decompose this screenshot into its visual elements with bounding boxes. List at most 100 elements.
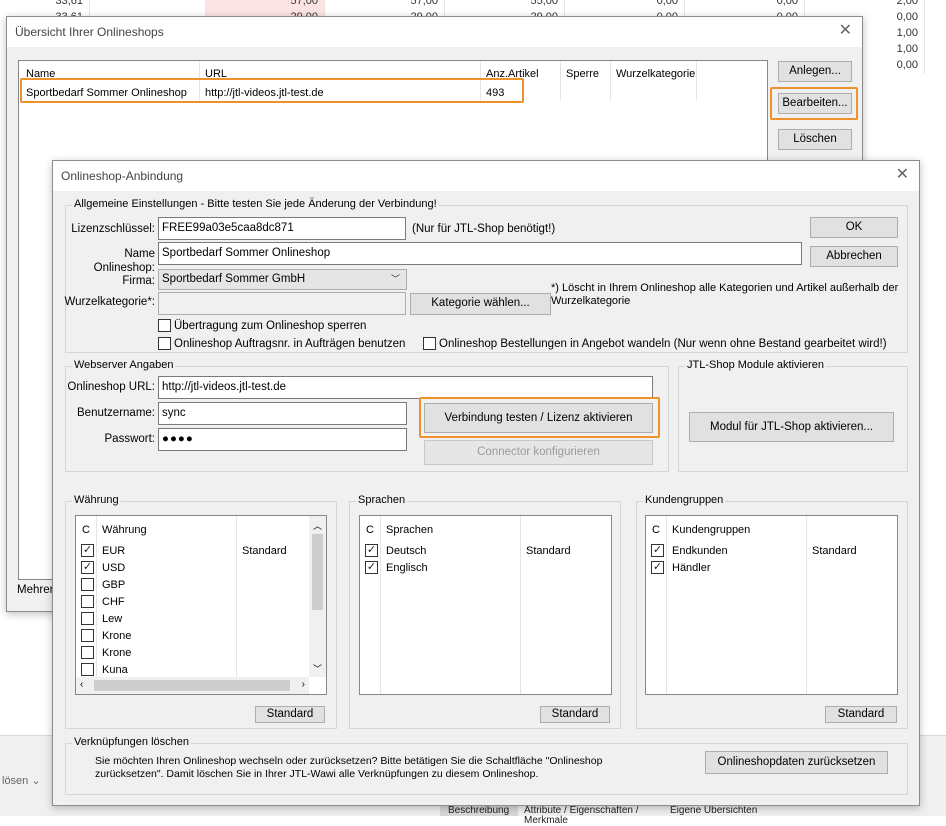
overview-title: Übersicht Ihrer Onlineshops	[15, 25, 164, 39]
col-separator	[666, 516, 667, 694]
dialog-title: Onlineshop-Anbindung	[61, 169, 184, 183]
company-value: Sportbedarf Sommer GmbH	[162, 273, 306, 285]
customer-group-name: Endkunden	[672, 545, 728, 557]
bg-cell: 0,00	[685, 0, 805, 10]
currency-checkbox-gbp[interactable]	[81, 578, 94, 591]
root-category-label: Wurzelkategorie*:	[64, 296, 155, 308]
unlink-legend: Verknüpfungen löschen	[72, 736, 191, 748]
close-icon[interactable]: ✕	[839, 23, 852, 39]
block-transfer-checkbox[interactable]	[158, 319, 171, 332]
chevron-left-icon[interactable]: ‹	[80, 679, 83, 690]
col-header-c[interactable]: C	[652, 523, 660, 537]
bg-cell: 2,00	[805, 0, 925, 10]
unlink-description: Sie möchten Ihren Onlineshop wechseln od…	[95, 755, 603, 780]
language-checkbox-englisch[interactable]: ✓	[365, 561, 378, 574]
currency-name: Krone	[102, 630, 132, 642]
customer-groups-list[interactable]: C Kundengruppen ✓ Endkunden Standard ✓ H…	[645, 515, 898, 695]
bg-cell: 0,00	[565, 0, 685, 10]
col-header-c[interactable]: C	[366, 523, 374, 537]
customer-groups-standard-button[interactable]: Standard	[825, 706, 897, 723]
general-legend: Allgemeine Einstellungen - Bitte testen …	[72, 198, 439, 210]
connector-configure-button[interactable]: Connector konfigurieren	[424, 440, 653, 465]
bg-bottom-left-text: lösen	[2, 775, 29, 787]
bg-row: 33,61 57,00 57,00 55,00 0,00 0,00 2,00	[0, 0, 946, 10]
customer-groups-legend: Kundengruppen	[643, 494, 726, 506]
bg-tab-own-overviews[interactable]: Eigene Übersichten	[666, 806, 766, 816]
currency-standard-button[interactable]: Standard	[255, 706, 325, 723]
reset-shop-data-button[interactable]: Onlineshopdaten zurücksetzen	[705, 751, 888, 774]
password-input[interactable]: ●●●●	[158, 428, 407, 451]
webserver-legend: Webserver Angaben	[72, 359, 176, 371]
use-ordernr-label: Onlineshop Auftragsnr. in Aufträgen benu…	[174, 338, 406, 350]
company-select[interactable]: Sportbedarf Sommer GmbH ﹀	[158, 269, 407, 290]
currency-checkbox-lew[interactable]	[81, 612, 94, 625]
currency-name: Lew	[102, 613, 123, 625]
scroll-thumb[interactable]	[94, 680, 290, 691]
currency-checkbox-krone-2[interactable]	[81, 646, 94, 659]
choose-category-button[interactable]: Kategorie wählen...	[410, 293, 551, 315]
languages-list[interactable]: C Sprachen ✓ Deutsch Standard ✓ Englisch	[359, 515, 612, 695]
cancel-button[interactable]: Abbrechen	[810, 246, 898, 267]
shop-url-input[interactable]: http://jtl-videos.jtl-test.de	[158, 376, 653, 399]
col-header-lock[interactable]: Sperre	[566, 67, 599, 81]
chevron-down-icon[interactable]: ﹀	[313, 662, 322, 675]
currency-checkbox-kuna[interactable]	[81, 663, 94, 676]
ok-button[interactable]: OK	[810, 217, 898, 238]
license-input[interactable]: FREE99a03e5caa8dc871	[158, 217, 406, 240]
currency-std: Standard	[242, 545, 287, 557]
bg-tab-description[interactable]: Beschreibung	[440, 806, 518, 816]
currency-checkbox-krone[interactable]	[81, 629, 94, 642]
language-name: Deutsch	[386, 545, 427, 557]
currency-name: EUR	[102, 545, 126, 557]
customer-group-checkbox-endkunden[interactable]: ✓	[651, 544, 664, 557]
currency-checkbox-chf[interactable]	[81, 595, 94, 608]
shop-name-input[interactable]: Sportbedarf Sommer Onlineshop	[158, 242, 802, 265]
customer-group-name: Händler	[672, 562, 711, 574]
language-name: Englisch	[386, 562, 428, 574]
create-button[interactable]: Anlegen...	[778, 61, 852, 82]
chevron-up-icon[interactable]: ︿	[313, 519, 322, 532]
close-icon[interactable]: ✕	[896, 167, 909, 183]
col-header-currency[interactable]: Währung	[102, 523, 147, 537]
languages-legend: Sprachen	[356, 494, 408, 506]
delete-button[interactable]: Löschen	[778, 129, 852, 150]
bg-bottom-left-label[interactable]: lösen ⌄	[0, 772, 50, 790]
currency-list[interactable]: C Währung ✓ EUR Standard ✓ USD GBP CHF L…	[75, 515, 327, 695]
highlight-row	[20, 78, 524, 103]
bg-cell: 57,00	[325, 0, 445, 10]
col-separator	[236, 516, 237, 679]
bg-tab-attributes[interactable]: Attribute / Eigenschaften / Merkmale	[520, 806, 662, 826]
root-category-input[interactable]	[158, 292, 406, 315]
bg-cell: 33,61	[0, 0, 90, 10]
currency-checkbox-usd[interactable]: ✓	[81, 561, 94, 574]
bg-cell: 55,00	[445, 0, 565, 10]
language-checkbox-deutsch[interactable]: ✓	[365, 544, 378, 557]
languages-standard-button[interactable]: Standard	[540, 706, 610, 723]
chevron-right-icon[interactable]: ›	[302, 679, 305, 690]
currency-name: GBP	[102, 579, 126, 591]
col-header-languages[interactable]: Sprachen	[386, 523, 433, 537]
col-header-root-category[interactable]: Wurzelkategorie	[616, 67, 695, 81]
currency-checkbox-eur[interactable]: ✓	[81, 544, 94, 557]
activate-module-button[interactable]: Modul für JTL-Shop aktivieren...	[689, 412, 894, 442]
orders-to-offer-label: Onlineshop Bestellungen in Angebot wande…	[439, 338, 887, 350]
vertical-scrollbar[interactable]: ︿ ﹀	[309, 516, 326, 677]
col-header-customer-groups[interactable]: Kundengruppen	[672, 523, 750, 537]
currency-name: USD	[102, 562, 126, 574]
orders-to-offer-checkbox[interactable]	[423, 337, 436, 350]
username-input[interactable]: sync	[158, 402, 407, 425]
horizontal-scrollbar[interactable]: ‹ ›	[76, 677, 309, 694]
col-separator	[96, 516, 97, 679]
currency-name: Krone	[102, 647, 132, 659]
scroll-thumb[interactable]	[312, 534, 323, 610]
use-ordernr-checkbox[interactable]	[158, 337, 171, 350]
license-note: (Nur für JTL-Shop benötigt!)	[412, 223, 556, 235]
currency-legend: Währung	[72, 494, 121, 506]
col-header-c[interactable]: C	[82, 523, 90, 537]
root-category-note: *) Löscht in Ihrem Onlineshop alle Kateg…	[551, 282, 899, 307]
currency-name: Kuna	[102, 664, 128, 676]
shop-connection-dialog: Onlineshop-Anbindung ✕ Allgemeine Einste…	[52, 160, 920, 806]
company-label: Firma:	[122, 275, 155, 287]
customer-group-checkbox-haendler[interactable]: ✓	[651, 561, 664, 574]
col-separator	[520, 516, 521, 694]
